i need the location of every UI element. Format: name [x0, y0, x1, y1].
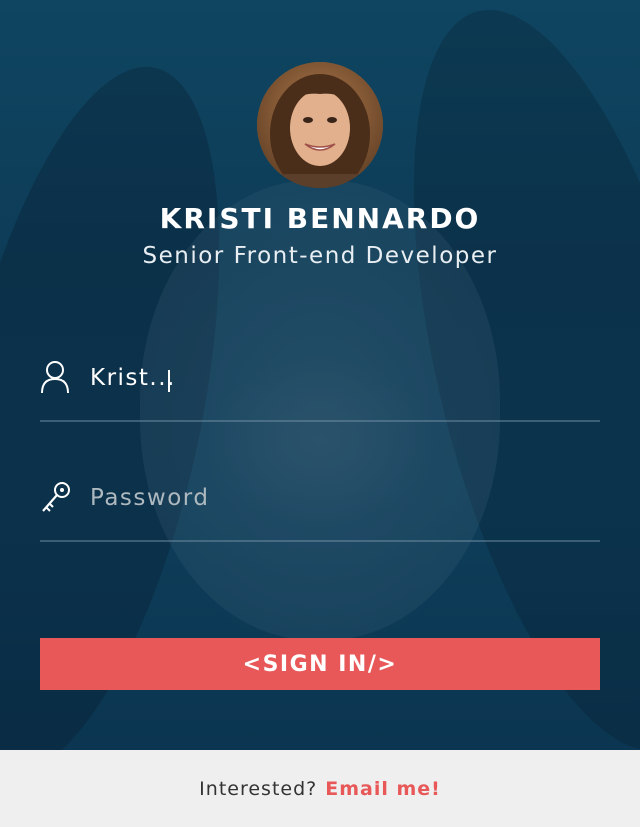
key-icon — [40, 480, 70, 516]
footer-question: Interested? — [199, 777, 318, 800]
user-icon — [40, 360, 70, 396]
avatar — [257, 62, 383, 188]
password-field — [40, 480, 600, 542]
text-cursor — [168, 370, 170, 392]
email-me-link[interactable]: Email me! — [325, 778, 441, 800]
profile-photo-icon — [257, 62, 383, 188]
profile-name: KRISTI BENNARDO — [159, 202, 481, 235]
username-input[interactable] — [90, 360, 570, 396]
password-input[interactable] — [90, 480, 570, 516]
footer: Interested? Email me! — [0, 750, 640, 827]
sign-in-button[interactable]: <SIGN IN/> — [40, 638, 600, 690]
profile-role: Senior Front-end Developer — [142, 243, 498, 269]
username-field — [40, 360, 600, 422]
